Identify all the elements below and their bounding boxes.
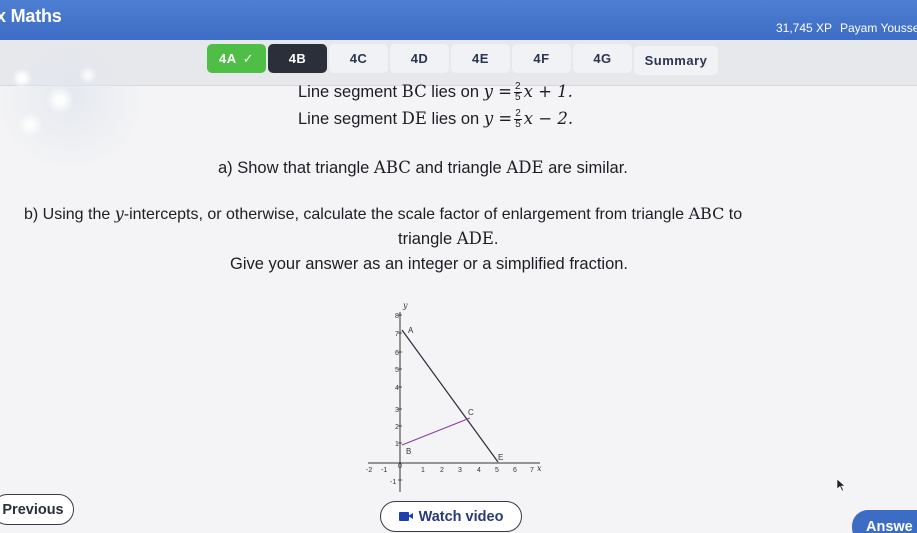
math-text: ADE — [456, 229, 494, 248]
tab-4c[interactable]: 4C — [329, 44, 388, 73]
x-tick-label: 2 — [440, 467, 444, 474]
point-label-b: B — [406, 447, 411, 456]
tab-4b[interactable]: 4B — [268, 44, 327, 73]
y-tick-label: 6 — [395, 350, 399, 357]
y-tick-label: 4 — [395, 385, 399, 392]
user-name[interactable]: Payam Yousse — [840, 21, 917, 35]
text: a) Show that triangle — [218, 159, 374, 177]
tab-label: 4B — [288, 51, 307, 66]
tab-label: 4F — [533, 51, 550, 66]
y-tick-label: 2 — [395, 424, 399, 431]
math-text: y = — [483, 82, 512, 101]
tab-4a[interactable]: 4A ✓ — [207, 44, 266, 73]
point-label-a: A — [408, 326, 414, 335]
text: Line segment — [298, 83, 402, 101]
x-tick-label: -1 — [381, 467, 387, 474]
x-tick-label: 4 — [477, 467, 481, 474]
tab-label: 4A — [218, 51, 237, 66]
line-bc-statement: Line segment BC lies on y = 2 5 x + 1. — [298, 82, 573, 103]
xp-counter: 31,745 XP — [776, 21, 833, 35]
y-tick-label: -1 — [390, 479, 396, 486]
x-tick-label: 5 — [495, 467, 499, 474]
app-title[interactable]: x Maths — [0, 6, 62, 27]
y-axis-label: y — [402, 301, 408, 310]
y-tick-label: 3 — [395, 407, 399, 414]
tab-label: 4G — [593, 51, 612, 66]
y-tick-label: 5 — [395, 367, 399, 374]
x-tick-label: 3 — [458, 467, 462, 474]
text: triangle — [398, 230, 457, 248]
tab-label: 4C — [349, 51, 368, 66]
part-b-question-line1: b) Using the y-intercepts, or otherwise,… — [24, 204, 742, 224]
math-text: x − 2. — [523, 109, 574, 128]
x-tick-label: 6 — [513, 467, 517, 474]
math-text: y — [114, 204, 124, 223]
denominator: 5 — [515, 92, 521, 104]
fraction: 25 — [514, 109, 522, 130]
text: and triangle — [410, 159, 507, 177]
mouse-cursor-icon — [836, 478, 846, 492]
watch-video-label: Watch video — [418, 508, 504, 525]
x-tick-label: 1 — [421, 467, 425, 474]
tab-4f[interactable]: 4F — [512, 44, 571, 73]
tab-4d[interactable]: 4D — [390, 44, 449, 73]
x-tick-label: 7 — [530, 467, 534, 474]
text: lies on — [426, 110, 484, 128]
fraction: 25 — [514, 82, 522, 103]
text: -intercepts, or otherwise, calculate the… — [123, 206, 689, 223]
part-b-instruction: Give your answer as an integer or a simp… — [230, 255, 629, 273]
math-text: BC — [401, 82, 427, 101]
text: Line segment — [298, 110, 402, 128]
x-tick-label: 0 — [398, 463, 402, 470]
y-tick-label: 7 — [395, 331, 399, 338]
denominator: 5 — [515, 119, 521, 131]
math-text: ABC — [373, 158, 411, 177]
previous-button[interactable]: Previous — [0, 494, 74, 525]
check-icon: ✓ — [242, 50, 255, 66]
part-b-question-line2: triangle ADE. — [398, 229, 499, 249]
answer-button[interactable]: Answe — [852, 510, 917, 533]
tab-4g[interactable]: 4G — [573, 44, 632, 73]
text: are similar. — [543, 159, 628, 177]
text: . — [493, 230, 499, 248]
y-tick-label: 8 — [395, 313, 399, 320]
math-text: DE — [401, 109, 427, 128]
watch-video-button[interactable]: Watch video — [380, 501, 522, 532]
x-tick-label: -2 — [366, 467, 372, 474]
math-text: x + 1. — [523, 82, 573, 101]
math-text: ADE — [506, 158, 544, 177]
text: b) Using the — [24, 206, 115, 223]
x-axis-label: x — [537, 464, 542, 473]
coordinate-graph: x y -2 -1 0 1 2 3 4 5 6 7 -1 1 2 3 4 5 6… — [340, 300, 550, 500]
tab-label: 4D — [410, 51, 429, 66]
video-camera-icon — [398, 511, 413, 522]
part-a-question: a) Show that triangle ABC and triangle A… — [218, 158, 628, 178]
math-text: y = — [483, 109, 513, 128]
header-bar: x Maths 31,745 XP Payam Yousse — [0, 0, 917, 40]
math-text: ABC — [688, 204, 725, 223]
text: lies on — [426, 83, 484, 101]
line-de-statement: Line segment DE lies on y = 2 5 x − 2. — [298, 109, 573, 130]
tab-label: 4E — [472, 51, 489, 66]
point-label-e: E — [498, 453, 503, 462]
tab-summary[interactable]: Summary — [634, 46, 718, 75]
point-label-c: C — [468, 408, 474, 417]
y-tick-label: 1 — [395, 441, 399, 448]
tab-4e[interactable]: 4E — [451, 44, 510, 73]
tab-label: Summary — [644, 53, 708, 68]
text: to — [724, 206, 743, 223]
